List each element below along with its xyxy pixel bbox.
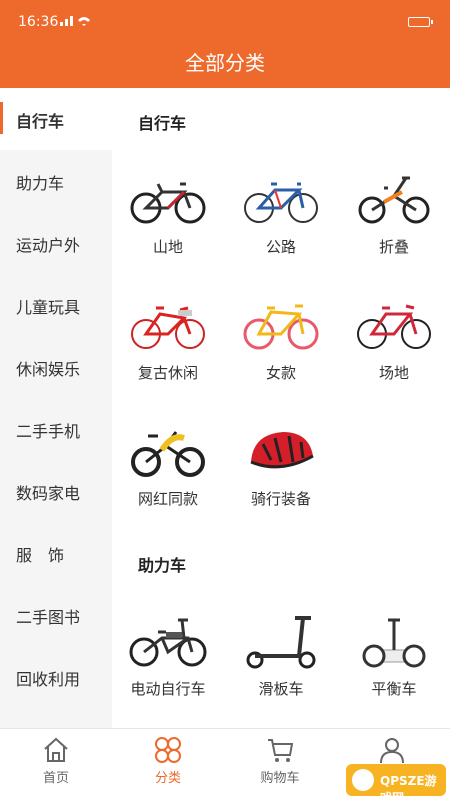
category-tile-women[interactable]: 女款 bbox=[231, 296, 331, 406]
sidebar-item-used-books[interactable]: 二手图书 bbox=[0, 584, 112, 646]
category-tile-track[interactable]: 场地 bbox=[344, 296, 444, 406]
tile-label: 电动自行车 bbox=[130, 680, 206, 698]
mountain-bike-icon bbox=[130, 182, 206, 224]
signal-icon bbox=[60, 14, 100, 29]
sidebar-item-label: 运动户外 bbox=[16, 236, 81, 255]
watermark-text: QPSZE游戏网 bbox=[380, 774, 437, 805]
folding-bike-icon bbox=[358, 176, 430, 224]
category-tile-retro[interactable]: 复古休闲 bbox=[118, 296, 218, 406]
sidebar-item-leisure[interactable]: 休闲娱乐 bbox=[0, 336, 112, 398]
tab-home[interactable]: 首页 bbox=[0, 729, 112, 801]
category-icon bbox=[155, 737, 181, 763]
sidebar-item-bicycle[interactable]: 自行车 bbox=[0, 88, 112, 150]
watermark-logo-icon bbox=[352, 769, 374, 791]
ebike-icon bbox=[129, 618, 207, 667]
tab-label: 分类 bbox=[154, 771, 181, 786]
sidebar-item-label: 休闲娱乐 bbox=[16, 360, 81, 379]
tile-label: 女款 bbox=[265, 364, 296, 382]
sidebar-item-label: 数码家电 bbox=[16, 484, 81, 503]
tile-label: 场地 bbox=[378, 364, 409, 382]
sidebar-item-kids-toys[interactable]: 儿童玩具 bbox=[0, 274, 112, 336]
section-title: 助力车 bbox=[138, 556, 187, 575]
sidebar-item-digital[interactable]: 数码家电 bbox=[0, 460, 112, 522]
tile-label: 复古休闲 bbox=[137, 364, 198, 382]
sidebar-item-recycle[interactable]: 回收利用 bbox=[0, 646, 112, 708]
tab-cart[interactable]: 购物车 bbox=[224, 729, 336, 801]
tile-label: 折叠 bbox=[378, 238, 409, 256]
helmet-icon bbox=[250, 432, 314, 469]
tab-label: 首页 bbox=[42, 771, 69, 786]
app-header: 16:36 全部分类 bbox=[0, 0, 450, 88]
site-watermark: QPSZE游戏网 bbox=[346, 764, 446, 805]
tile-label: 网红同款 bbox=[137, 490, 198, 508]
cart-icon bbox=[268, 739, 294, 762]
sidebar-item-apparel[interactable]: 服 饰 bbox=[0, 522, 112, 584]
category-sidebar: 自行车 助力车 运动户外 儿童玩具 休闲娱乐 二手手机 数码家电 服 饰 二手图… bbox=[0, 88, 112, 728]
tile-label: 山地 bbox=[152, 238, 183, 256]
trendy-bike-icon bbox=[131, 431, 205, 477]
home-icon bbox=[44, 737, 68, 762]
tile-label: 骑行装备 bbox=[250, 490, 311, 508]
category-tile-trendy[interactable]: 网红同款 bbox=[118, 422, 218, 532]
sidebar-item-label: 助力车 bbox=[16, 174, 65, 193]
sidebar-item-assist-bike[interactable]: 助力车 bbox=[0, 150, 112, 212]
tab-category[interactable]: 分类 bbox=[112, 729, 224, 801]
sidebar-item-label: 二手图书 bbox=[16, 608, 81, 627]
sidebar-item-outdoor[interactable]: 运动户外 bbox=[0, 212, 112, 274]
battery-icon bbox=[408, 17, 433, 27]
tab-label: 购物车 bbox=[260, 771, 300, 786]
category-tile-gear[interactable]: 骑行装备 bbox=[231, 422, 331, 532]
sidebar-item-label: 自行车 bbox=[16, 112, 65, 131]
page-title: 全部分类 bbox=[185, 51, 265, 75]
category-tile-scooter[interactable]: 滑板车 bbox=[231, 612, 331, 722]
section-title: 自行车 bbox=[138, 114, 187, 133]
status-time: 16:36 bbox=[18, 14, 59, 30]
category-tile-balance[interactable]: 平衡车 bbox=[344, 612, 444, 722]
category-tile-ebike[interactable]: 电动自行车 bbox=[118, 612, 218, 722]
road-bike-icon bbox=[244, 182, 318, 223]
women-bike-icon bbox=[243, 304, 319, 350]
balance-car-icon bbox=[362, 618, 426, 668]
sidebar-item-label: 儿童玩具 bbox=[16, 298, 81, 317]
profile-icon bbox=[380, 738, 404, 764]
track-bike-icon bbox=[357, 304, 431, 349]
sidebar-item-used-phones[interactable]: 二手手机 bbox=[0, 398, 112, 460]
tile-label: 公路 bbox=[265, 238, 296, 256]
category-content: 自行车 山地 公路 折叠 复古休闲 女款 场地 网红同款 骑行装备 助力车 电动… bbox=[112, 88, 450, 728]
category-tile-folding[interactable]: 折叠 bbox=[344, 170, 444, 280]
category-tile-mountain[interactable]: 山地 bbox=[118, 170, 218, 280]
tile-label: 滑板车 bbox=[258, 680, 304, 698]
category-tile-road[interactable]: 公路 bbox=[231, 170, 331, 280]
sidebar-item-label: 二手手机 bbox=[16, 422, 81, 441]
sidebar-item-label: 服 饰 bbox=[16, 546, 65, 565]
scooter-icon bbox=[246, 616, 316, 669]
tile-label: 平衡车 bbox=[371, 680, 417, 698]
retro-bike-icon bbox=[131, 306, 205, 349]
sidebar-item-label: 回收利用 bbox=[16, 670, 81, 689]
